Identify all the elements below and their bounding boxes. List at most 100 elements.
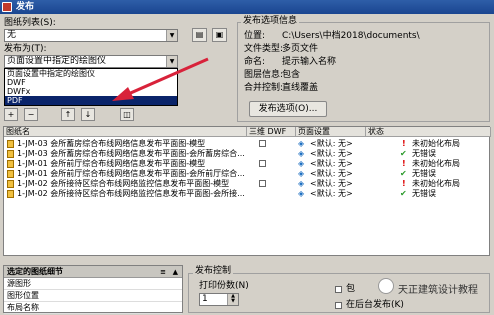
check-icon: ✔ (400, 149, 407, 158)
sort-icon[interactable]: ≡ (160, 266, 166, 278)
remove-sheets-button[interactable]: − (24, 108, 38, 121)
move-down-icon: ↓ (84, 110, 92, 119)
preview-button[interactable]: ◫ (120, 108, 134, 121)
details-row: 源图形 (4, 278, 182, 290)
save-sheet-list-button[interactable]: ▣ (212, 28, 227, 42)
page-setup-value[interactable]: <默认: 无> (310, 169, 366, 179)
details-title: 选定的图纸细节 (7, 267, 63, 276)
publish-to-label: 发布为(T): (4, 44, 47, 54)
table-row[interactable]: 1-JM-03 会所蓄房综合布线网络信息发布平面图-模型 ◈ <默认: 无> !… (4, 139, 489, 149)
details-row: 图形位置 (4, 290, 182, 302)
preview-icon: ◫ (123, 110, 131, 119)
info-value: 多页文件 (282, 44, 319, 54)
sheet-icon (7, 150, 14, 158)
3d-dwf-checkbox[interactable] (259, 180, 266, 187)
include-label: 包 (346, 284, 356, 294)
page-setup-icon: ◈ (298, 169, 305, 178)
warning-icon: ! (402, 179, 406, 188)
details-header: 选定的图纸细节 ≡ ▲ (4, 266, 182, 278)
details-panel: 选定的图纸细节 ≡ ▲ 源图形 图形位置 布局名称 (3, 265, 183, 314)
app-icon (2, 2, 12, 12)
sheet-icon (7, 160, 14, 168)
folder-icon: ▤ (195, 30, 204, 39)
page-setup-icon: ◈ (298, 179, 305, 188)
sheet-icon (7, 190, 14, 198)
column-header-3d-dwf[interactable]: 三维 DWF (247, 127, 296, 137)
chevron-down-icon[interactable]: ▼ (166, 30, 177, 41)
page-setup-icon: ◈ (298, 149, 305, 158)
spin-icon[interactable]: ▲ ▼ (227, 294, 238, 305)
save-icon: ▣ (215, 30, 224, 39)
sheet-list-combo[interactable]: 无 ▼ (4, 29, 178, 42)
page-setup-value[interactable]: <默认: 无> (310, 189, 366, 199)
info-label: 命名: (244, 57, 266, 67)
warning-icon: ! (402, 159, 406, 168)
load-sheet-list-button[interactable]: ▤ (192, 28, 207, 42)
info-value: 包含 (282, 70, 301, 80)
copies-value: 1 (202, 294, 208, 304)
page-setup-value[interactable]: <默认: 无> (310, 159, 366, 169)
background-publish-checkbox[interactable] (335, 302, 342, 309)
check-icon: ✔ (400, 169, 407, 178)
info-label: 图层信息: (244, 70, 284, 80)
column-header-page-setup[interactable]: 页面设置 (296, 127, 366, 137)
status-text: 未初始化布局 (412, 159, 460, 168)
window-title: 发布 (16, 2, 35, 12)
collapse-icon[interactable]: ▲ (173, 266, 178, 278)
copies-label: 打印份数(N) (199, 281, 249, 291)
3d-dwf-checkbox[interactable] (259, 140, 266, 147)
page-setup-value[interactable]: <默认: 无> (310, 179, 366, 189)
sheet-icon (7, 180, 14, 188)
move-up-button[interactable]: ↑ (61, 108, 75, 121)
status-text: 未初始化布局 (412, 179, 460, 188)
column-header-status[interactable]: 状态 (366, 127, 491, 137)
add-sheets-button[interactable]: + (4, 108, 18, 121)
add-sheet-icon: + (7, 110, 15, 119)
sheet-name: 1-JM-03 会所蓄房综合布线网络信息发布平面图-会所蓄房综合... (17, 149, 245, 158)
remove-sheet-icon: − (27, 110, 35, 119)
status-text: 无错误 (412, 169, 436, 178)
copies-stepper[interactable]: 1 ▲ ▼ (199, 293, 239, 306)
info-value: C:\Users\中档2018\documents\ (282, 31, 420, 41)
table-row[interactable]: 1-JM-01 会所前厅综合布线网络信息发布平面图-会所前厅综合... ◈ <默… (4, 169, 489, 179)
column-header-sheet-name[interactable]: 图纸名 (4, 127, 247, 137)
publish-control-title: 发布控制 (193, 266, 234, 277)
info-label: 文件类型: (244, 44, 284, 54)
page-setup-value[interactable]: <默认: 无> (310, 139, 366, 149)
info-value: 提示输入名称 (282, 57, 337, 67)
sheet-name: 1-JM-01 会所前厅综合布线网络信息发布平面图-会所前厅综合... (17, 169, 245, 178)
publish-options-button[interactable]: 发布选项(O)... (249, 101, 327, 117)
include-checkbox[interactable] (335, 286, 342, 293)
info-label: 合并控制: (244, 83, 284, 93)
table-row[interactable]: 1-JM-02 会所接待区综合布线网络监控信息发布平面图-模型 ◈ <默认: 无… (4, 179, 489, 189)
sheet-list-value: 无 (7, 30, 17, 40)
annotation-arrow-icon (112, 57, 209, 101)
page-setup-icon: ◈ (298, 139, 305, 148)
info-label: 位置: (244, 31, 266, 41)
page-setup-icon: ◈ (298, 159, 305, 168)
status-text: 未初始化布局 (412, 139, 460, 148)
window-titlebar: 发布 (0, 0, 494, 14)
warning-icon: ! (402, 139, 406, 148)
table-row[interactable]: 1-JM-03 会所蓄房综合布线网络信息发布平面图-会所蓄房综合... ◈ <默… (4, 149, 489, 159)
publish-options-title: 发布选项信息 (241, 16, 300, 27)
sheet-table[interactable]: 图纸名 三维 DWF 页面设置 状态 1-JM-03 会所蓄房综合布线网络信息发… (3, 126, 491, 256)
table-row[interactable]: 1-JM-02 会所接待区综合布线网络监控信息发布平面图-会所接... ◈ <默… (4, 189, 489, 199)
sheet-name: 1-JM-02 会所接待区综合布线网络监控信息发布平面图-模型 (17, 179, 230, 188)
table-row[interactable]: 1-JM-01 会所前厅综合布线网络信息发布平面图-模型 ◈ <默认: 无> !… (4, 159, 489, 169)
3d-dwf-checkbox[interactable] (259, 160, 266, 167)
check-icon: ✔ (400, 189, 407, 198)
move-down-button[interactable]: ↓ (81, 108, 95, 121)
publish-to-value: 页面设置中指定的绘图仪 (7, 56, 107, 66)
sheet-list-label: 图纸列表(S): (4, 18, 56, 28)
wechat-logo-icon (378, 278, 394, 294)
watermark-text: 天正建筑设计教程 (398, 285, 478, 296)
status-text: 无错误 (412, 189, 436, 198)
sheet-name: 1-JM-01 会所前厅综合布线网络信息发布平面图-模型 (17, 159, 206, 168)
sheet-name: 1-JM-03 会所蓄房综合布线网络信息发布平面图-模型 (17, 139, 206, 148)
background-publish-label: 在后台发布(K) (346, 300, 404, 310)
sheet-icon (7, 170, 14, 178)
info-value: 直线覆盖 (282, 83, 319, 93)
page-setup-value[interactable]: <默认: 无> (310, 149, 366, 159)
sheet-name: 1-JM-02 会所接待区综合布线网络监控信息发布平面图-会所接... (17, 189, 245, 198)
